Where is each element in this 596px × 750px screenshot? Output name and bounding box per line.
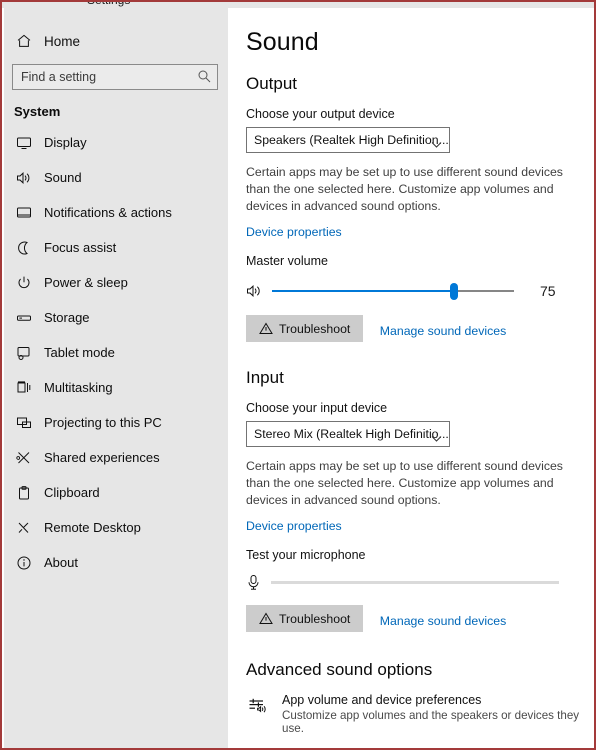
- app-volume-mixer-icon: [248, 693, 274, 721]
- test-microphone-label: Test your microphone: [246, 548, 366, 562]
- moon-icon: [12, 240, 36, 256]
- home-icon: [12, 33, 36, 49]
- slider-fill: [272, 290, 454, 292]
- chevron-down-icon: [431, 430, 442, 448]
- section-title-output: Output: [246, 74, 298, 93]
- sidebar-item-power-sleep-label: Power & sleep: [44, 275, 128, 290]
- chevron-down-icon: [431, 136, 442, 154]
- output-device-properties-link[interactable]: Device properties: [246, 225, 342, 239]
- window-title: Settings: [87, 2, 130, 7]
- sidebar: Home System Display: [4, 8, 228, 748]
- info-icon: [12, 555, 36, 571]
- input-device-properties-link[interactable]: Device properties: [246, 519, 342, 533]
- sidebar-item-about-label: About: [44, 555, 78, 570]
- sidebar-item-clipboard-label: Clipboard: [44, 485, 100, 500]
- shared-experiences-icon: [12, 450, 36, 466]
- search-input[interactable]: [12, 64, 218, 90]
- input-description: Certain apps may be set up to use differ…: [246, 459, 563, 507]
- app-volume-title: App volume and device preferences: [282, 693, 482, 707]
- projecting-icon: [12, 415, 36, 431]
- sidebar-item-notifications[interactable]: Notifications & actions: [4, 195, 228, 230]
- input-device-label: Choose your input device: [246, 401, 388, 415]
- sidebar-item-projecting-label: Projecting to this PC: [44, 415, 162, 430]
- sidebar-item-multitasking-label: Multitasking: [44, 380, 113, 395]
- multitasking-icon: [12, 380, 36, 396]
- sidebar-item-display[interactable]: Display: [4, 125, 228, 160]
- microphone-level-meter: [271, 580, 559, 584]
- sidebar-item-storage-label: Storage: [44, 310, 90, 325]
- settings-window: Settings Home System: [0, 0, 596, 750]
- sidebar-item-focus-assist-label: Focus assist: [44, 240, 117, 255]
- microphone-icon: [246, 574, 266, 591]
- master-volume-row: 75: [246, 280, 594, 302]
- input-manage-sound-devices-link[interactable]: Manage sound devices: [380, 614, 506, 628]
- sidebar-item-home[interactable]: Home: [4, 26, 228, 56]
- section-title-input: Input: [246, 368, 284, 387]
- app-volume-device-preferences-item[interactable]: App volume and device preferences Custom…: [248, 693, 594, 735]
- output-manage-sound-devices-link[interactable]: Manage sound devices: [380, 324, 506, 338]
- sidebar-group-title: System: [14, 104, 61, 119]
- master-volume-value: 75: [540, 283, 556, 299]
- master-volume-slider[interactable]: [272, 282, 514, 300]
- tablet-icon: [12, 345, 36, 361]
- sidebar-item-clipboard[interactable]: Clipboard: [4, 475, 228, 510]
- sidebar-item-sound-label: Sound: [44, 170, 82, 185]
- monitor-icon: [12, 135, 36, 151]
- sidebar-item-home-label: Home: [44, 33, 81, 49]
- sidebar-item-remote-desktop[interactable]: Remote Desktop: [4, 510, 228, 545]
- sidebar-item-about[interactable]: About: [4, 545, 228, 580]
- sidebar-item-tablet-mode[interactable]: Tablet mode: [4, 335, 228, 370]
- input-device-value: Stereo Mix (Realtek High Definitio...: [254, 427, 449, 441]
- sidebar-item-notifications-label: Notifications & actions: [44, 205, 172, 220]
- clipboard-icon: [12, 485, 36, 501]
- sidebar-item-sound[interactable]: Sound: [4, 160, 228, 195]
- output-troubleshoot-label: Troubleshoot: [279, 321, 351, 336]
- speaker-icon: [12, 170, 36, 186]
- app-volume-subtitle: Customize app volumes and the speakers o…: [282, 709, 580, 735]
- page-title: Sound: [246, 28, 319, 56]
- storage-icon: [12, 310, 36, 326]
- notification-icon: [12, 205, 36, 221]
- search-box[interactable]: [12, 64, 218, 90]
- warning-triangle-icon: [259, 612, 273, 625]
- sidebar-item-display-label: Display: [44, 135, 87, 150]
- output-device-label: Choose your output device: [246, 107, 395, 121]
- input-device-dropdown[interactable]: Stereo Mix (Realtek High Definitio...: [246, 421, 450, 447]
- sidebar-item-multitasking[interactable]: Multitasking: [4, 370, 228, 405]
- warning-triangle-icon: [259, 322, 273, 335]
- microphone-test-row: [246, 572, 594, 592]
- sidebar-item-shared-experiences[interactable]: Shared experiences: [4, 440, 228, 475]
- volume-speaker-icon: [246, 283, 268, 299]
- output-troubleshoot-button[interactable]: Troubleshoot: [246, 315, 364, 342]
- output-description: Certain apps may be set up to use differ…: [246, 165, 563, 213]
- sidebar-item-power-sleep[interactable]: Power & sleep: [4, 265, 228, 300]
- output-device-value: Speakers (Realtek High Definition...: [254, 133, 449, 147]
- remote-desktop-icon: [12, 520, 36, 536]
- output-device-dropdown[interactable]: Speakers (Realtek High Definition...: [246, 127, 450, 153]
- input-troubleshoot-button[interactable]: Troubleshoot: [246, 605, 364, 632]
- master-volume-label: Master volume: [246, 254, 328, 268]
- sidebar-item-remote-desktop-label: Remote Desktop: [44, 520, 141, 535]
- input-troubleshoot-label: Troubleshoot: [279, 611, 351, 626]
- main-content: Sound Output Choose your output device S…: [234, 8, 594, 748]
- sidebar-item-shared-experiences-label: Shared experiences: [44, 450, 160, 465]
- sidebar-item-focus-assist[interactable]: Focus assist: [4, 230, 228, 265]
- power-icon: [12, 275, 36, 291]
- sidebar-item-tablet-mode-label: Tablet mode: [44, 345, 115, 360]
- sidebar-item-storage[interactable]: Storage: [4, 300, 228, 335]
- sidebar-item-projecting[interactable]: Projecting to this PC: [4, 405, 228, 440]
- section-title-advanced: Advanced sound options: [246, 660, 433, 679]
- slider-thumb[interactable]: [449, 283, 458, 300]
